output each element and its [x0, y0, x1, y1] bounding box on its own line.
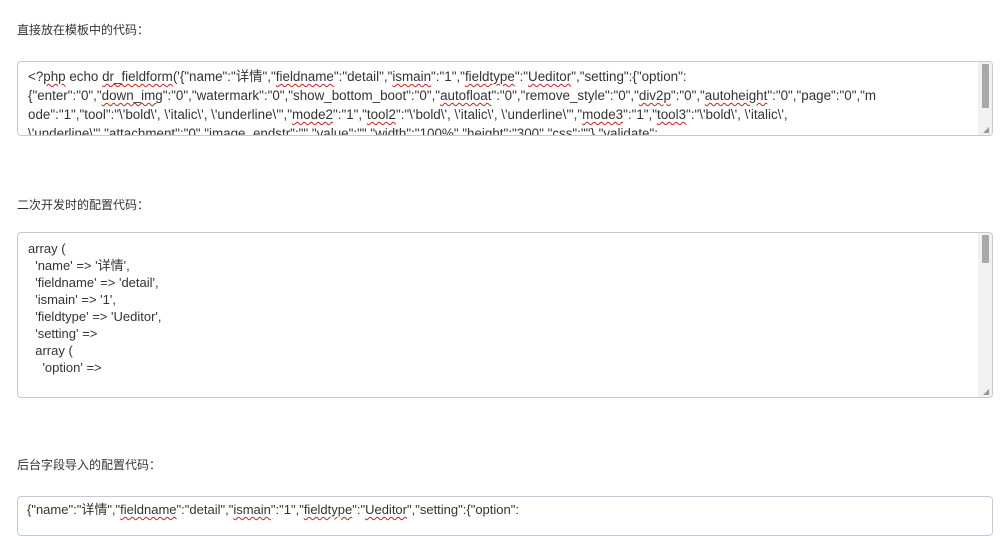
- import-config-content[interactable]: {"name":"详情","fieldname":"detail","ismai…: [18, 497, 976, 535]
- code-line: ode":"1","tool":"\'bold\', \'italic\', \…: [28, 107, 788, 122]
- code-line: {"enter":"0","down_img":"0","watermark":…: [28, 88, 877, 103]
- code-line: 'option' =>: [28, 360, 102, 375]
- template-code-textarea[interactable]: <?php echo dr_fieldform('{"name":"详情","f…: [17, 61, 993, 136]
- resize-grip-icon[interactable]: ◢: [983, 126, 991, 134]
- resize-grip-icon[interactable]: ◢: [983, 388, 991, 396]
- template-code-label: 直接放在模板中的代码：: [17, 23, 150, 37]
- scrollbar-thumb[interactable]: [982, 235, 989, 263]
- template-code-content[interactable]: <?php echo dr_fieldform('{"name":"详情","f…: [18, 62, 976, 135]
- import-config-textarea[interactable]: {"name":"详情","fieldname":"detail","ismai…: [17, 496, 993, 536]
- dev-config-textarea[interactable]: array ( 'name' => '详情', 'fieldname' => '…: [17, 232, 993, 398]
- code-line: 'ismain' => '1',: [28, 292, 116, 307]
- code-line: array (: [28, 343, 73, 358]
- dev-config-content[interactable]: array ( 'name' => '详情', 'fieldname' => '…: [18, 233, 976, 397]
- code-line: 'fieldname' => 'detail',: [28, 275, 159, 290]
- code-line: 'setting' =>: [28, 326, 98, 341]
- scrollbar-thumb[interactable]: [982, 64, 989, 108]
- code-line: \'underline\'","attachment":"0","image_e…: [28, 126, 658, 135]
- code-line: 'name' => '详情',: [28, 258, 130, 273]
- import-config-label: 后台字段导入的配置代码：: [17, 458, 162, 472]
- code-line: array (: [28, 241, 66, 256]
- code-line: 'fieldtype' => 'Ueditor',: [28, 309, 162, 324]
- dev-config-scrollbar[interactable]: [978, 233, 992, 397]
- dev-config-label: 二次开发时的配置代码：: [17, 198, 150, 212]
- code-line: <?php echo dr_fieldform('{"name":"详情","f…: [28, 69, 687, 84]
